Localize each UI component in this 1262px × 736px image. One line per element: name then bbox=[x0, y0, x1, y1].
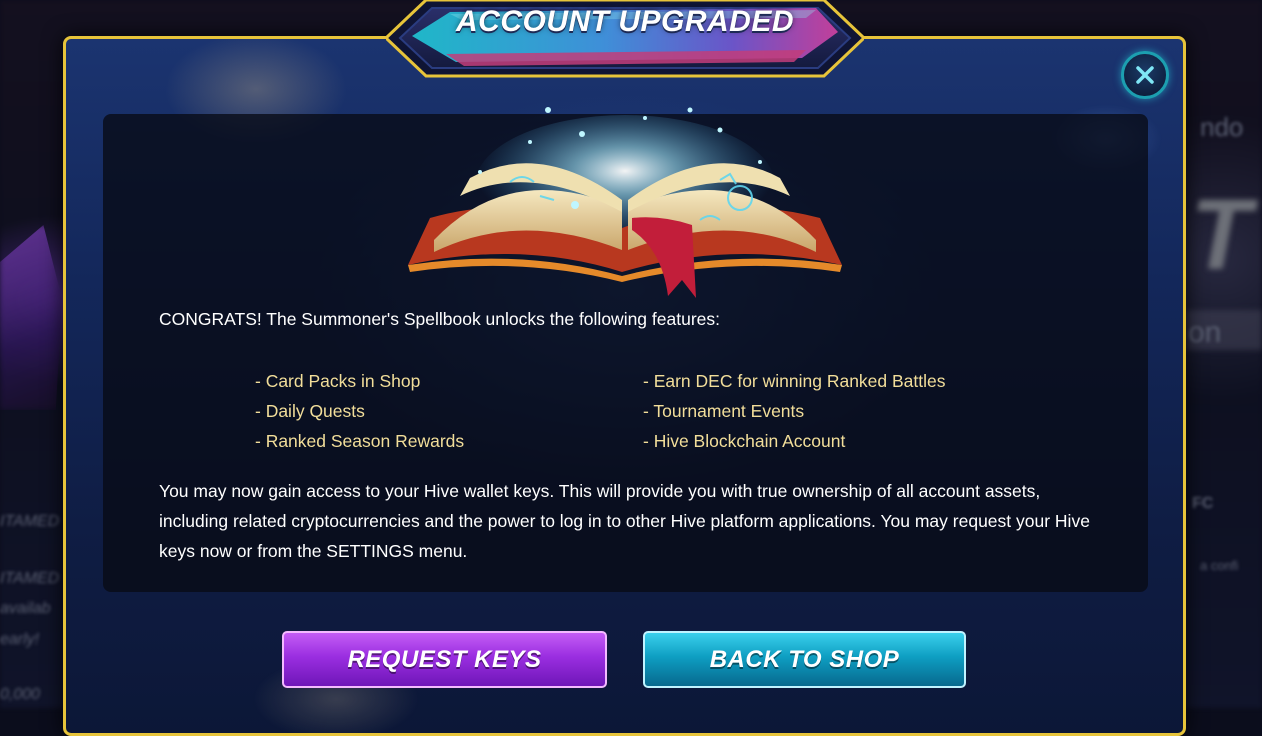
dialog-title: ACCOUNT UPGRADED bbox=[456, 5, 794, 38]
hive-keys-info: You may now gain access to your Hive wal… bbox=[159, 481, 1090, 561]
back-to-shop-button[interactable]: BACK TO SHOP bbox=[643, 631, 966, 688]
feature-item: - Hive Blockchain Account bbox=[643, 431, 846, 451]
background-text: ITAMED bbox=[0, 570, 60, 587]
title-banner: ACCOUNT UPGRADED bbox=[386, 0, 864, 83]
background-text: FC bbox=[1192, 495, 1214, 512]
background-text: a confi bbox=[1200, 558, 1239, 573]
feature-item: - Ranked Season Rewards bbox=[255, 431, 465, 451]
background-text: ndo bbox=[1200, 112, 1244, 142]
feature-list-right: - Earn DEC for winning Ranked Battles - … bbox=[643, 366, 946, 456]
background-text: availab bbox=[0, 600, 51, 617]
background-text: 0,000 bbox=[0, 686, 41, 703]
feature-list-left: - Card Packs in Shop - Daily Quests - Ra… bbox=[255, 366, 464, 456]
request-keys-button[interactable]: REQUEST KEYS bbox=[282, 631, 607, 688]
spellbook-icon bbox=[400, 96, 850, 305]
feature-item: - Tournament Events bbox=[643, 401, 805, 421]
feature-item: - Daily Quests bbox=[255, 401, 365, 421]
close-icon bbox=[1136, 66, 1154, 84]
background-text: early! bbox=[0, 631, 40, 648]
background-text: ITAMED bbox=[0, 513, 60, 530]
feature-item: - Card Packs in Shop bbox=[255, 371, 421, 391]
congrats-text: CONGRATS! The Summoner's Spellbook unloc… bbox=[159, 309, 720, 329]
background-text: on bbox=[1188, 316, 1222, 349]
close-button[interactable] bbox=[1121, 51, 1169, 99]
background-heading: T bbox=[1190, 179, 1252, 291]
feature-item: - Earn DEC for winning Ranked Battles bbox=[643, 371, 946, 391]
